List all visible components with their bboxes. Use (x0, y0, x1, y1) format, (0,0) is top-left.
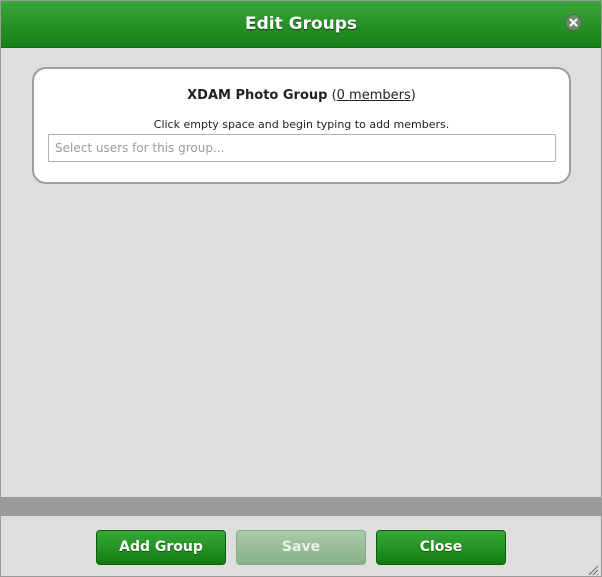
select-users-input[interactable] (48, 134, 556, 162)
group-name: XDAM Photo Group (187, 88, 328, 103)
dialog-content: XDAM Photo Group (0 members) Click empty… (1, 48, 601, 497)
save-button[interactable]: Save (236, 530, 366, 565)
dialog-title: Edit Groups (244, 14, 358, 34)
resize-grip-icon[interactable] (587, 561, 599, 576)
members-link[interactable]: 0 members (337, 88, 411, 103)
group-card: XDAM Photo Group (0 members) Click empty… (32, 67, 571, 184)
paren-close: ) (410, 88, 416, 103)
close-button[interactable]: Close (376, 530, 506, 565)
dialog-titlebar[interactable]: Edit Groups (1, 1, 601, 48)
add-group-button[interactable]: Add Group (96, 530, 226, 565)
add-members-instructions: Click empty space and begin typing to ad… (153, 118, 450, 131)
dialog-footer: Add Group Save Close (1, 516, 601, 576)
group-header: XDAM Photo Group (0 members) (34, 88, 569, 103)
close-icon[interactable] (565, 14, 582, 31)
edit-groups-dialog: Edit Groups XDAM Photo Group (0 members)… (0, 0, 602, 577)
footer-divider (1, 497, 601, 516)
paren-open: ( (327, 88, 337, 103)
